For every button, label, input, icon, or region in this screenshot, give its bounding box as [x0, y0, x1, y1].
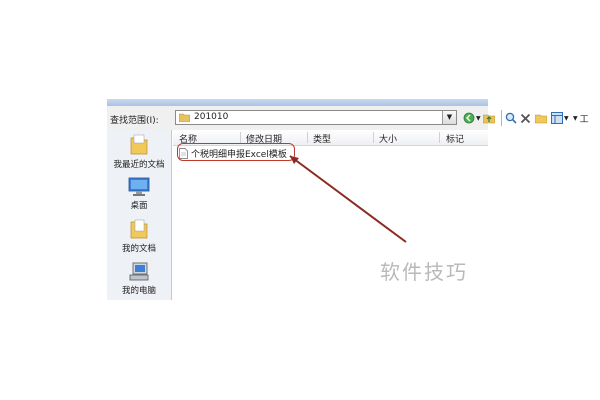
tools-button[interactable]: ▼ 工 — [573, 112, 589, 125]
chevron-down-icon: ▼ — [476, 114, 481, 122]
search-icon — [505, 112, 517, 124]
lookin-combobox[interactable]: 201010 ▼ — [175, 110, 457, 125]
new-folder-button[interactable] — [535, 112, 547, 124]
new-folder-icon — [535, 114, 547, 124]
highlight-box — [177, 143, 295, 161]
column-tag[interactable]: 标记 — [446, 132, 464, 145]
column-separator — [439, 132, 440, 143]
recent-documents-icon — [130, 134, 148, 155]
watermark: 软件技巧 — [380, 260, 468, 284]
column-type[interactable]: 类型 — [313, 132, 331, 145]
up-folder-icon — [483, 114, 495, 124]
chevron-down-icon: ▼ — [573, 114, 578, 122]
place-recent-documents[interactable]: 我最近的文档 — [107, 134, 171, 170]
up-folder-button[interactable] — [483, 112, 495, 124]
back-icon — [463, 112, 475, 124]
chevron-down-icon[interactable]: ▼ — [442, 111, 456, 124]
place-label: 我的文档 — [121, 244, 156, 254]
column-size[interactable]: 大小 — [379, 132, 397, 145]
lookin-value: 201010 — [194, 112, 229, 122]
column-separator — [373, 132, 374, 143]
folder-icon — [179, 113, 190, 122]
column-separator — [307, 132, 308, 143]
my-documents-icon — [130, 219, 148, 239]
lookin-label: 查找范围(I): — [110, 116, 159, 126]
place-desktop[interactable]: 桌面 — [107, 177, 171, 211]
lookin-bar: 查找范围(I): 201010 ▼ ▼ ▼ ▼ 工 — [107, 106, 589, 130]
place-my-computer[interactable]: 我的电脑 — [107, 262, 171, 296]
place-label: 桌面 — [130, 201, 148, 211]
back-button[interactable]: ▼ — [463, 112, 481, 124]
dialog-title-bar — [107, 99, 488, 106]
tools-label: 工 — [579, 114, 589, 125]
toolbar-separator — [501, 110, 502, 126]
place-my-documents[interactable]: 我的文档 — [107, 218, 171, 254]
delete-button[interactable] — [520, 112, 531, 124]
place-label: 我最近的文档 — [113, 160, 165, 170]
views-button[interactable]: ▼ — [551, 112, 569, 124]
chevron-down-icon: ▼ — [564, 114, 569, 122]
place-label: 我的电脑 — [121, 286, 156, 296]
views-icon — [551, 112, 563, 124]
my-computer-icon — [129, 262, 149, 281]
places-bar: 我最近的文档 桌面 我的文档 我的电脑 — [107, 130, 172, 300]
search-web-button[interactable] — [505, 112, 517, 124]
desktop-icon — [128, 177, 150, 196]
delete-icon — [520, 113, 531, 123]
column-separator — [240, 132, 241, 143]
